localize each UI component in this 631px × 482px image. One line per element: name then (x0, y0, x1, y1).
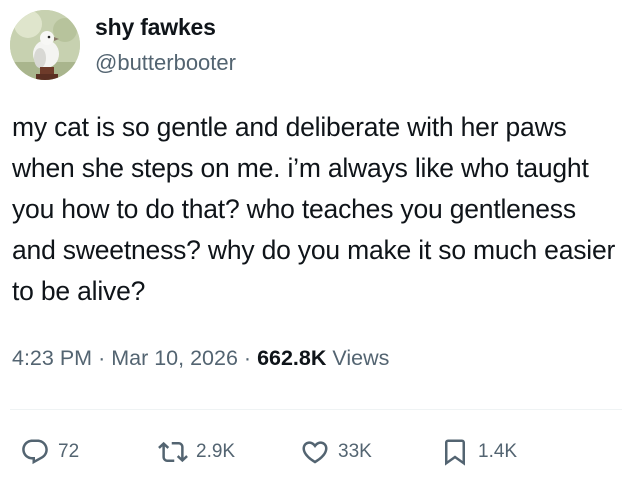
tweet-card: shy fawkes @butterbooter my cat is so ge… (0, 0, 631, 482)
heart-icon (302, 441, 328, 464)
tweet-time[interactable]: 4:23 PM (12, 346, 92, 370)
views-count: 662.8K (257, 346, 327, 370)
divider (10, 409, 622, 410)
tweet-text: my cat is so gentle and deliberate with … (12, 112, 616, 306)
retweet-icon (158, 441, 188, 463)
meta-separator: · (243, 346, 252, 370)
views-label: Views (332, 346, 390, 370)
bookmark-icon (445, 439, 465, 466)
reply-button[interactable]: 72 (20, 434, 79, 470)
reply-count: 72 (58, 441, 80, 462)
meta-separator: · (98, 346, 106, 370)
display-name[interactable]: shy fawkes (95, 14, 216, 41)
tweet-date[interactable]: Mar 10, 2026 (111, 346, 238, 370)
user-handle[interactable]: @butterbooter (95, 50, 236, 76)
bookmark-count: 1.4K (478, 441, 518, 462)
pigeon-avatar-icon (10, 10, 80, 80)
tweet-meta: 4:23 PM · Mar 10, 2026 · 662.8K Views (12, 346, 389, 371)
like-button[interactable]: 33K (300, 434, 372, 470)
avatar[interactable] (10, 10, 80, 80)
like-count: 33K (338, 441, 372, 462)
bookmark-button[interactable]: 1.4K (440, 434, 517, 470)
retweet-count: 2.9K (196, 441, 236, 462)
reply-icon (22, 439, 48, 465)
retweet-button[interactable]: 2.9K (158, 434, 235, 470)
